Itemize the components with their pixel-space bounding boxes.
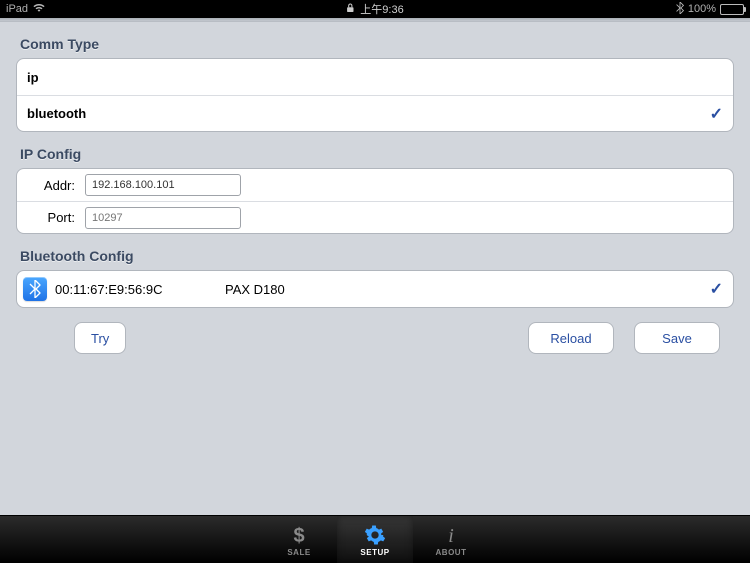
ip-port-row: Port: xyxy=(17,201,733,233)
bluetooth-mac: 00:11:67:E9:56:9C xyxy=(55,282,225,297)
bluetooth-icon xyxy=(676,2,684,17)
port-input[interactable] xyxy=(85,207,241,229)
port-label: Port: xyxy=(27,210,75,225)
gear-icon xyxy=(364,523,386,547)
clock-time: 上午9:36 xyxy=(360,1,403,17)
wifi-icon xyxy=(32,2,46,16)
bluetooth-config-group: 00:11:67:E9:56:9C PAX D180 ✓ xyxy=(16,270,734,308)
battery-percent: 100% xyxy=(688,3,716,15)
battery-icon xyxy=(720,4,744,15)
addr-input[interactable] xyxy=(85,174,241,196)
section-header-ip-config: IP Config xyxy=(20,146,730,162)
addr-label: Addr: xyxy=(27,178,75,193)
tab-setup[interactable]: SETUP xyxy=(337,516,413,563)
bluetooth-device-name: PAX D180 xyxy=(225,282,285,297)
save-button[interactable]: Save xyxy=(634,322,720,354)
comm-type-option-ip[interactable]: ip xyxy=(17,59,733,95)
reload-button[interactable]: Reload xyxy=(528,322,614,354)
tab-bar: $ SALE SETUP i ABOUT xyxy=(0,515,750,563)
try-button[interactable]: Try xyxy=(74,322,126,354)
tab-sale[interactable]: $ SALE xyxy=(261,516,337,563)
button-row: Try Reload Save xyxy=(16,322,734,354)
checkmark-icon: ✓ xyxy=(710,279,723,299)
ip-config-group: Addr: Port: xyxy=(16,168,734,234)
bluetooth-device-row[interactable]: 00:11:67:E9:56:9C PAX D180 ✓ xyxy=(17,271,733,307)
option-label: bluetooth xyxy=(27,106,710,121)
info-icon: i xyxy=(442,523,460,547)
tab-label: SALE xyxy=(287,548,310,557)
comm-type-option-bluetooth[interactable]: bluetooth ✓ xyxy=(17,95,733,131)
status-bar: iPad 上午9:36 100% xyxy=(0,0,750,18)
section-header-bluetooth-config: Bluetooth Config xyxy=(20,248,730,264)
checkmark-icon: ✓ xyxy=(710,104,723,124)
dollar-icon: $ xyxy=(290,523,308,547)
lock-icon xyxy=(346,3,354,16)
svg-text:i: i xyxy=(448,525,454,546)
option-label: ip xyxy=(27,70,723,85)
bluetooth-badge-icon xyxy=(23,277,47,301)
carrier-label: iPad xyxy=(6,3,28,15)
tab-label: ABOUT xyxy=(436,548,467,557)
section-header-comm-type: Comm Type xyxy=(20,36,730,52)
tab-about[interactable]: i ABOUT xyxy=(413,516,489,563)
main-content: Comm Type ip bluetooth ✓ IP Config Addr:… xyxy=(0,22,750,515)
tab-label: SETUP xyxy=(360,548,389,557)
comm-type-group: ip bluetooth ✓ xyxy=(16,58,734,132)
ip-addr-row: Addr: xyxy=(17,169,733,201)
svg-text:$: $ xyxy=(293,525,304,546)
